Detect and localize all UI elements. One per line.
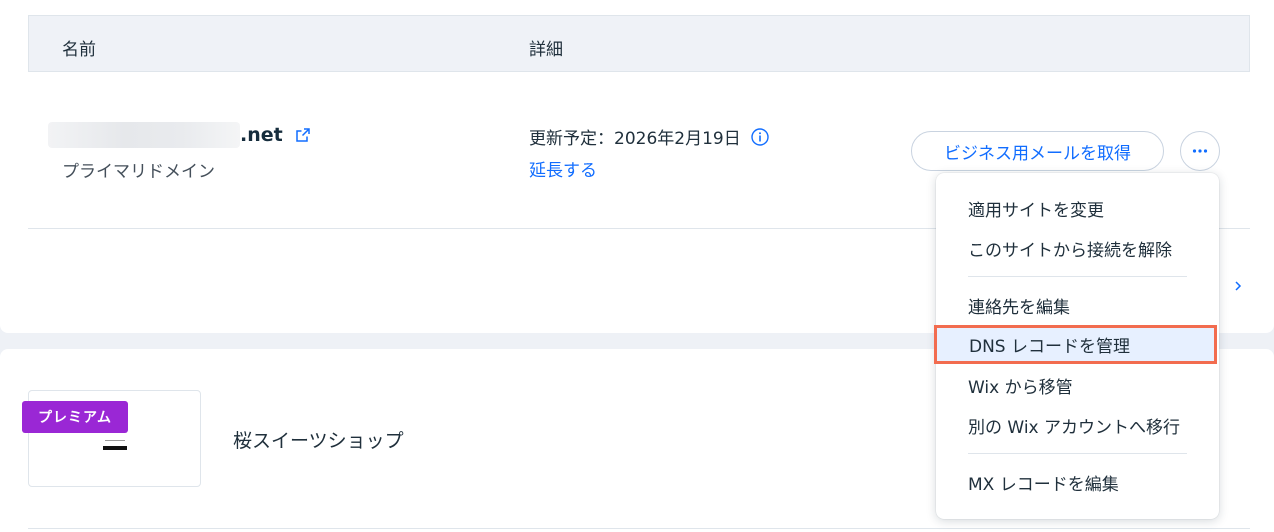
external-link-icon[interactable]: [295, 127, 311, 143]
menu-item-manage-dns[interactable]: DNS レコードを管理: [934, 325, 1217, 364]
domain-name[interactable]: .net: [48, 122, 311, 148]
menu-item-move-account[interactable]: 別の Wix アカウントへ移行: [936, 407, 1219, 443]
primary-domain-label: プライマリドメイン: [62, 162, 215, 182]
chevron-right-icon[interactable]: [1231, 277, 1245, 295]
info-icon[interactable]: [751, 127, 769, 146]
more-actions-button[interactable]: [1180, 131, 1220, 171]
renewal-date: 更新予定：2026年2月19日: [529, 124, 769, 149]
redacted-domain-blur: [48, 122, 240, 148]
more-icon: [1192, 149, 1208, 153]
site-name[interactable]: 桜スイーツショップ: [233, 426, 404, 453]
menu-item-transfer-from-wix[interactable]: Wix から移管: [936, 367, 1219, 403]
column-header-name: 名前: [62, 40, 96, 60]
table-header: 名前 詳細: [28, 15, 1250, 72]
bottom-divider: [28, 528, 1250, 529]
domain-tld: .net: [240, 124, 283, 146]
menu-divider: [968, 453, 1187, 454]
premium-badge: プレミアム: [22, 401, 128, 433]
extend-link[interactable]: 延長する: [529, 156, 597, 181]
thumbnail-line: [105, 440, 125, 441]
thumbnail-bar: [103, 446, 127, 450]
menu-item-change-site[interactable]: 適用サイトを変更: [936, 190, 1219, 226]
menu-item-disconnect[interactable]: このサイトから接続を解除: [936, 230, 1219, 266]
column-header-details: 詳細: [529, 40, 563, 60]
menu-item-edit-mx[interactable]: MX レコードを編集: [936, 464, 1219, 500]
menu-item-edit-contacts[interactable]: 連絡先を編集: [936, 287, 1219, 323]
get-business-email-button[interactable]: ビジネス用メールを取得: [911, 131, 1164, 171]
renewal-date-text: 更新予定：2026年2月19日: [529, 129, 741, 149]
actions-menu: 適用サイトを変更 このサイトから接続を解除 連絡先を編集 DNS レコードを管理…: [934, 173, 1219, 519]
menu-divider: [968, 276, 1187, 277]
